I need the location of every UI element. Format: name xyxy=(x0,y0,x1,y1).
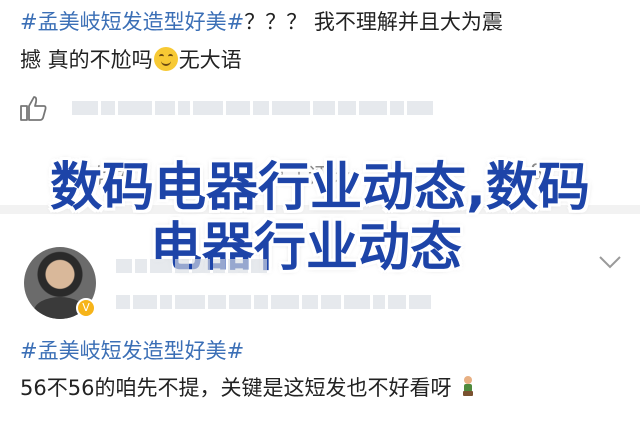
comment-meta-blurred xyxy=(116,294,434,309)
post-text-tail: 无大语 xyxy=(178,48,242,72)
post-text-line-2: 撼 真的不尬吗 无大语 xyxy=(20,46,242,74)
comment-hashtag-link[interactable]: #孟美岐短发造型好美# xyxy=(20,339,244,363)
grinning-face-emoji-icon xyxy=(153,47,178,71)
comment-text-line: 56不56的咱先不提，关键是这短发也不好看呀 xyxy=(20,374,478,406)
verified-badge-icon: V xyxy=(76,298,96,318)
post-hashtag-link[interactable]: #孟美岐短发造型好美# xyxy=(20,10,244,34)
person-kneeling-emoji-icon xyxy=(458,375,478,406)
chevron-down-icon[interactable] xyxy=(598,254,622,274)
commenter-name-blurred[interactable] xyxy=(116,258,270,273)
post-text-line-1: #孟美岐短发造型好美#？？？ 我不理解并且大为震 xyxy=(20,8,503,36)
post-text-continued: 撼 真的不尬吗 xyxy=(20,48,153,72)
thumbs-up-icon[interactable] xyxy=(18,94,48,126)
liked-by-names-blurred xyxy=(72,100,436,115)
comment-hashtag-line: #孟美岐短发造型好美# xyxy=(20,337,244,365)
watermark-line-1: 数码电器行业动态,数码 xyxy=(50,158,590,218)
post-text: ？？？ 我不理解并且大为震 xyxy=(244,10,503,34)
comment-text: 56不56的咱先不提，关键是这短发也不好看呀 xyxy=(20,376,452,400)
